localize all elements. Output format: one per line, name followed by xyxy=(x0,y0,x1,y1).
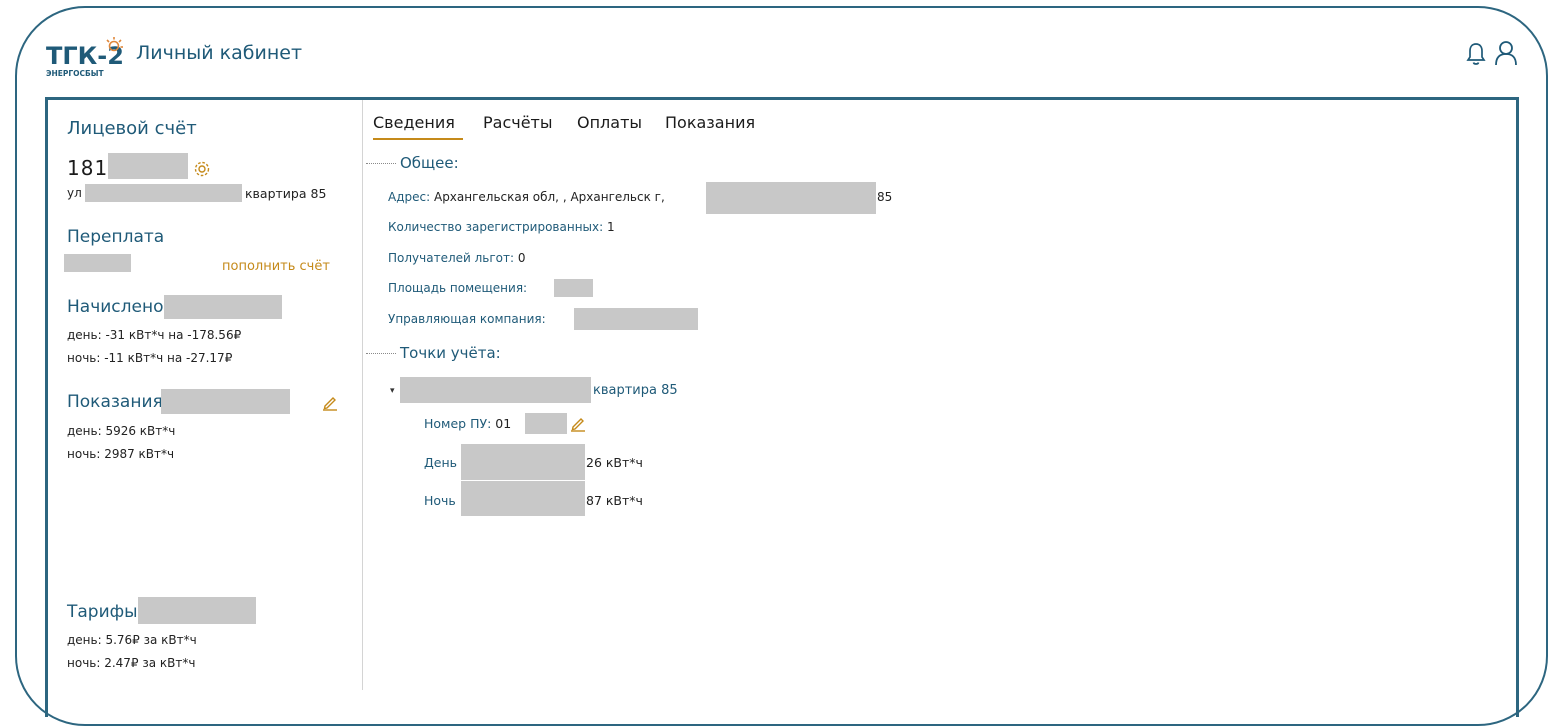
address-tail: 85 xyxy=(877,190,893,204)
settings-gear-icon[interactable] xyxy=(193,160,211,178)
registered-row: Количество зарегистрированных: 1 xyxy=(388,220,615,234)
address-row: Адрес: Архангельская обл, , Архангельск … xyxy=(388,190,665,204)
redacted-address xyxy=(706,182,876,214)
redacted-tariffs xyxy=(138,597,256,624)
tab-readings[interactable]: Показания xyxy=(665,113,755,132)
address-prefix: ул xyxy=(67,186,82,200)
address-value: Архангельская обл, , Архангельск г, xyxy=(433,190,665,204)
tgk2-logo[interactable]: ТГК-2 ЭНЕРГОСБЫТ xyxy=(46,36,128,80)
address-suffix: квартира 85 xyxy=(245,186,327,201)
tab-calculations[interactable]: Расчёты xyxy=(483,113,553,132)
active-tab-indicator xyxy=(373,138,463,140)
benefits-label: Получателей льгот: xyxy=(388,251,515,265)
charged-night: ночь: -11 кВт*ч на -27.17₽ xyxy=(67,351,233,365)
overpay-heading: Переплата xyxy=(67,227,165,247)
redacted-point-address xyxy=(400,377,591,403)
topup-link[interactable]: пополнить счёт xyxy=(222,259,330,274)
tariffs-night: ночь: 2.47₽ за кВт*ч xyxy=(67,656,196,670)
account-heading: Лицевой счёт xyxy=(67,118,197,139)
readings-heading: Показания xyxy=(67,392,163,412)
meter-value: 01 xyxy=(495,416,512,431)
day-label: День xyxy=(424,455,457,470)
column-divider xyxy=(362,100,363,690)
meter-label: Номер ПУ: xyxy=(424,416,492,431)
redacted-meter-number xyxy=(525,413,567,434)
readings-day: день: 5926 кВт*ч xyxy=(67,424,176,438)
redacted-account-number xyxy=(108,153,188,179)
bell-icon[interactable] xyxy=(1466,42,1486,66)
night-value: 87 кВт*ч xyxy=(586,493,643,508)
readings-night: ночь: 2987 кВт*ч xyxy=(67,447,175,461)
address-label: Адрес: xyxy=(388,190,431,204)
tariffs-heading: Тарифы xyxy=(67,602,138,622)
area-label: Площадь помещения: xyxy=(388,281,528,295)
redacted-street xyxy=(85,184,242,202)
tab-info[interactable]: Сведения xyxy=(373,113,455,132)
registered-label: Количество зарегистрированных: xyxy=(388,220,604,234)
account-number: 181 xyxy=(67,156,109,180)
logo-subtext: ЭНЕРГОСБЫТ xyxy=(46,69,105,78)
user-icon[interactable] xyxy=(1494,40,1518,66)
app-title: Личный кабинет xyxy=(136,42,303,64)
benefits-row: Получателей льгот: 0 xyxy=(388,251,526,265)
points-rule xyxy=(366,353,396,354)
day-value: 26 кВт*ч xyxy=(586,455,643,470)
area-row: Площадь помещения: xyxy=(388,281,527,295)
logo-text: ТГК-2 xyxy=(46,42,124,70)
general-rule xyxy=(366,163,396,164)
tab-payments[interactable]: Оплаты xyxy=(577,113,642,132)
night-label: Ночь xyxy=(424,493,456,508)
benefits-value: 0 xyxy=(517,251,526,265)
company-label: Управляющая компания: xyxy=(388,312,546,326)
meter-row: Номер ПУ: 01 xyxy=(424,416,511,431)
redacted-company xyxy=(574,308,698,330)
redacted-readings xyxy=(161,389,290,414)
charged-heading: Начислено xyxy=(67,297,164,317)
point-address-suffix[interactable]: квартира 85 xyxy=(593,383,678,398)
general-title: Общее: xyxy=(400,154,459,172)
redacted-overpay xyxy=(64,254,131,272)
redacted-area xyxy=(554,279,593,297)
points-title: Точки учёта: xyxy=(400,344,501,362)
redacted-charged xyxy=(164,295,282,319)
tariffs-day: день: 5.76₽ за кВт*ч xyxy=(67,633,197,647)
redacted-night-reading xyxy=(461,481,585,516)
edit-meter-icon[interactable] xyxy=(569,414,587,432)
charged-day: день: -31 кВт*ч на -178.56₽ xyxy=(67,328,242,342)
redacted-day-reading xyxy=(461,444,585,480)
company-row: Управляющая компания: xyxy=(388,312,546,326)
registered-value: 1 xyxy=(606,220,615,234)
collapse-caret-icon[interactable]: ▾ xyxy=(390,386,395,396)
edit-readings-icon[interactable] xyxy=(321,393,339,411)
